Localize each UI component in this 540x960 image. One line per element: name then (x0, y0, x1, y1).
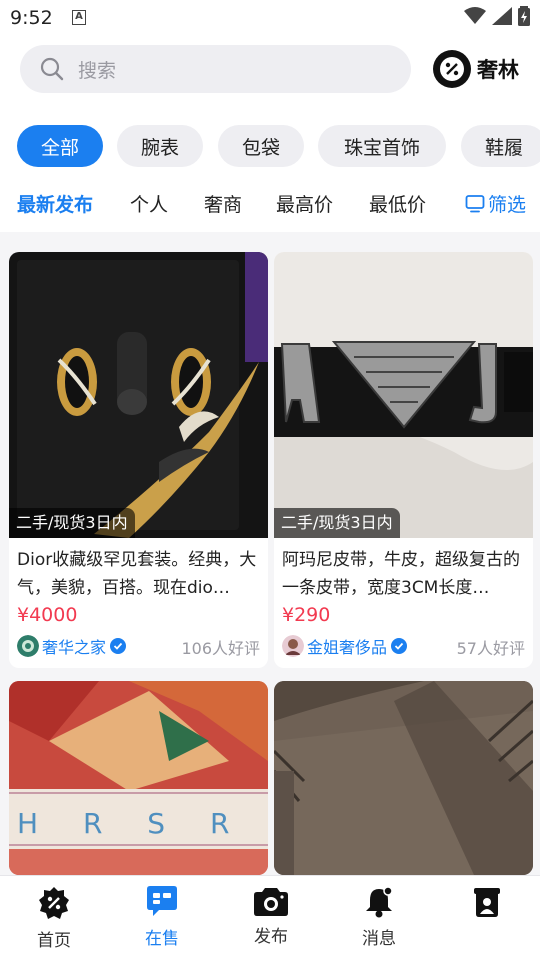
sort-dealer[interactable]: 奢商 (204, 190, 242, 217)
listing-card[interactable]: 二手/现货3日内 阿玛尼皮带，牛皮，超级复古的一条皮带，宽度3CM长度… ¥29… (274, 252, 533, 668)
seller-info[interactable]: 奢华之家 (17, 634, 127, 658)
category-bar: 全部 腕表 包袋 珠宝首饰 鞋履 (0, 108, 540, 180)
avatar (282, 635, 304, 657)
brand-logo-icon (433, 50, 471, 88)
listing-tag: 二手/现货3日内 (9, 508, 135, 538)
verified-icon (391, 638, 408, 654)
sort-lowest-price[interactable]: 最低价 (369, 190, 426, 217)
listing-image: 二手/现货3日内 (9, 252, 268, 538)
sort-bar: 最新发布 个人 奢商 最高价 最低价 筛选 (0, 180, 540, 232)
home-icon (39, 887, 69, 919)
listing-card[interactable]: 二手/现货3日内 Dior收藏级罕见套装。经典，大气，美貌，百搭。现在dio… … (9, 252, 268, 668)
listing-card[interactable]: H R S R S (9, 681, 268, 875)
listing-title: 阿玛尼皮带，牛皮，超级复古的一条皮带，宽度3CM长度… (282, 550, 520, 598)
seller-name: 奢华之家 (42, 638, 107, 657)
avatar (17, 635, 39, 657)
filter-label: 筛选 (487, 194, 526, 216)
status-time: 9:52 (10, 7, 53, 29)
search-icon (40, 57, 64, 81)
category-jewelry[interactable]: 珠宝首饰 (318, 125, 446, 167)
header: 搜索 奢林 (0, 36, 540, 108)
brand[interactable]: 奢林 (433, 50, 519, 88)
verified-icon (110, 638, 127, 654)
listing-price: ¥290 (282, 604, 331, 626)
belt-photo (274, 252, 533, 538)
review-count: 106人好评 (181, 639, 260, 658)
category-bags[interactable]: 包袋 (218, 125, 304, 167)
listing-image: 二手/现货3日内 (274, 252, 533, 538)
sort-latest[interactable]: 最新发布 (17, 190, 93, 217)
category-watches[interactable]: 腕表 (117, 125, 203, 167)
tab-publish-label: 发布 (254, 927, 288, 947)
search-placeholder: 搜索 (78, 60, 117, 82)
scarf-lettering: H R S R S (17, 807, 268, 840)
category-all[interactable]: 全部 (17, 125, 103, 167)
tab-home[interactable]: 首页 (4, 886, 104, 951)
listing-price: ¥4000 (17, 604, 78, 626)
tab-messages-label: 消息 (362, 929, 396, 949)
shawl-photo (274, 681, 533, 875)
chat-list-icon (147, 886, 177, 916)
battery-icon (518, 6, 530, 26)
signal-icon (492, 7, 512, 25)
seller-info[interactable]: 金姐奢侈品 (282, 634, 408, 658)
tab-bar: 首页 在售 发布 消息 (0, 875, 540, 960)
bell-icon (366, 886, 393, 918)
camera-icon (254, 888, 288, 916)
sort-personal[interactable]: 个人 (130, 190, 168, 217)
tab-on-sale[interactable]: 在售 (112, 886, 212, 949)
sort-highest-price[interactable]: 最高价 (276, 190, 333, 217)
filter-icon (465, 194, 485, 212)
search-bar[interactable]: 搜索 (20, 45, 411, 93)
review-count: 57人好评 (456, 639, 525, 658)
tab-on-sale-label: 在售 (145, 929, 179, 949)
scarf-photo: H R S R S (9, 681, 268, 875)
listing-tag: 二手/现货3日内 (274, 508, 400, 538)
tab-publish[interactable]: 发布 (221, 886, 321, 947)
category-shoes[interactable]: 鞋履 (461, 125, 540, 167)
tab-home-label: 首页 (37, 931, 71, 951)
notification-icon: A (72, 10, 86, 25)
filter-button[interactable]: 筛选 (465, 190, 526, 217)
wifi-icon (464, 7, 486, 24)
tab-messages[interactable]: 消息 (329, 886, 429, 949)
brand-name: 奢林 (477, 58, 519, 82)
listing-card[interactable] (274, 681, 533, 875)
profile-icon (474, 888, 500, 917)
status-bar: 9:52 A (0, 0, 540, 36)
jewelry-photo (9, 252, 268, 538)
tab-profile[interactable] (437, 886, 537, 924)
listing-title: Dior收藏级罕见套装。经典，大气，美貌，百搭。现在dio… (17, 550, 257, 598)
seller-name: 金姐奢侈品 (307, 638, 388, 657)
